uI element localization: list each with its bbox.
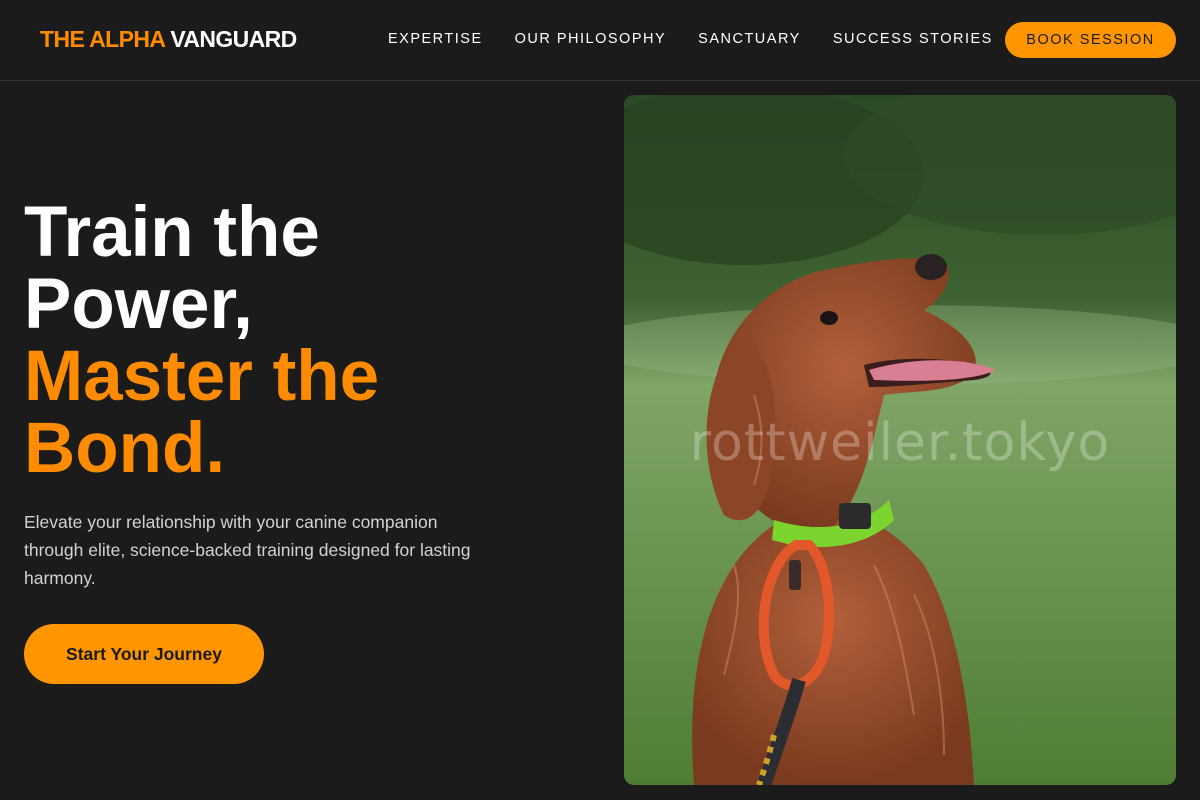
hero-dog-photo: rottweiler.tokyo [624, 95, 1176, 785]
nav-link-sanctuary[interactable]: SANCTUARY [698, 31, 801, 47]
top-navigation: THE ALPHA VANGUARD EXPERTISE OUR PHILOSO… [0, 0, 1200, 81]
photo-watermark: rottweiler.tokyo [689, 413, 1111, 473]
hero-title-line-2: Power, [24, 265, 253, 344]
nav-link-our-philosophy[interactable]: OUR PHILOSOPHY [515, 31, 667, 47]
hero-title-line-3: Master the [24, 337, 380, 416]
hero-title-line-1: Train the [24, 193, 320, 272]
hero-subtitle: Elevate your relationship with your cani… [24, 512, 471, 588]
start-journey-button[interactable]: Start Your Journey [24, 624, 264, 684]
hero-title-line-4: Bond. [24, 409, 226, 488]
nav-links: EXPERTISE OUR PHILOSOPHY SANCTUARY SUCCE… [388, 31, 993, 47]
nav-link-success-stories[interactable]: SUCCESS STORIES [833, 31, 993, 47]
book-session-button[interactable]: BOOK SESSION [1005, 22, 1176, 58]
brand-logo[interactable]: THE ALPHA VANGUARD [40, 26, 297, 53]
hero-title: Train the Power, Master the Bond. [24, 197, 584, 485]
brand-logo-plain: VANGUARD [170, 26, 297, 52]
brand-logo-accent: THE ALPHA [40, 26, 165, 52]
nav-link-expertise[interactable]: EXPERTISE [388, 31, 483, 47]
